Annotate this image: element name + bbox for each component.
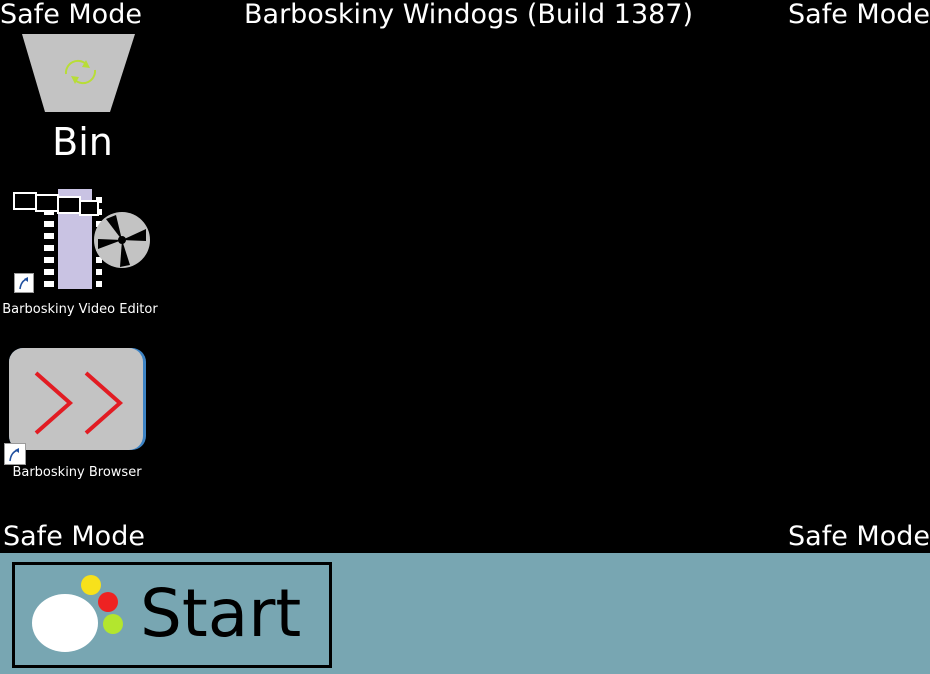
taskbar: Start (0, 553, 930, 674)
start-button[interactable]: Start (12, 562, 332, 668)
start-button-label: Start (140, 575, 302, 652)
desktop-icon-video-editor-label: Barboskiny Video Editor (2, 302, 158, 317)
shortcut-arrow-icon (4, 443, 26, 465)
desktop-icon-browser-label: Barboskiny Browser (12, 465, 142, 480)
start-logo-icon (32, 575, 123, 652)
safe-mode-label-top-right: Safe Mode (788, 0, 930, 30)
desktop-icon-browser[interactable]: Barboskiny Browser (0, 345, 165, 485)
system-title: Barboskiny Windogs (Build 1387) (244, 0, 694, 30)
safe-mode-label-top-left: Safe Mode (0, 0, 142, 30)
desktop-icon-bin-label: Bin (52, 120, 113, 164)
safe-mode-label-bottom-left: Safe Mode (3, 521, 145, 552)
browser-icon (9, 348, 146, 450)
shortcut-arrow-icon (14, 273, 34, 293)
safe-mode-label-bottom-right: Safe Mode (788, 521, 930, 552)
desktop-icon-bin[interactable]: Bin (0, 30, 165, 165)
desktop-icon-video-editor[interactable]: Barboskiny Video Editor (0, 185, 165, 325)
recycle-bin-icon (22, 34, 135, 112)
